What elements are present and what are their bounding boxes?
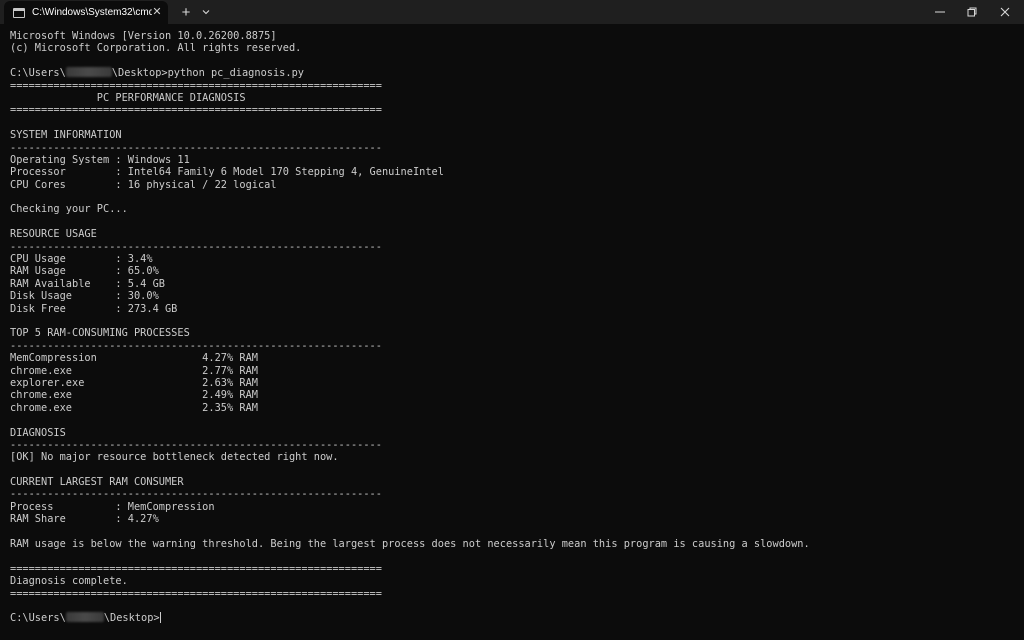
separator: ----------------------------------------…	[10, 141, 382, 154]
redacted-username	[65, 67, 112, 78]
separator: ========================================…	[10, 587, 382, 600]
section-header: RESOURCE USAGE	[10, 228, 97, 241]
console-line: Operating System : Windows 11	[10, 153, 190, 166]
console-line: Checking your PC...	[10, 203, 128, 216]
prompt-prefix: C:\Users\	[10, 612, 66, 625]
prompt-text: \Desktop>	[103, 612, 160, 625]
new-tab-button[interactable]: +	[176, 0, 196, 24]
command-line: C:\Users\ \Desktop>python pc_diagnosis.py	[10, 67, 1015, 79]
tab-title: C:\Windows\System32\cmd.e	[32, 7, 152, 18]
chevron-down-icon[interactable]	[196, 0, 216, 24]
section-header: CURRENT LARGEST RAM CONSUMER	[10, 476, 184, 489]
completion-message: Diagnosis complete.	[10, 575, 128, 588]
command-text: \Desktop>python pc_diagnosis.py	[111, 67, 304, 80]
process-row: chrome.exe 2.35% RAM	[10, 401, 258, 414]
text-cursor	[159, 612, 161, 624]
minimize-icon[interactable]	[925, 0, 955, 24]
console-line: CPU Usage : 3.4%	[10, 253, 153, 266]
console-line: Microsoft Windows [Version 10.0.26200.88…	[10, 30, 277, 42]
console-line: Processor : Intel64 Family 6 Model 170 S…	[10, 166, 444, 179]
diagnosis-result: [OK] No major resource bottleneck detect…	[10, 451, 339, 464]
console-line: Disk Free : 273.4 GB	[10, 302, 178, 315]
prompt-prefix: C:\Users\	[10, 67, 66, 80]
tab-cmd[interactable]: C:\Windows\System32\cmd.e ✕	[4, 1, 168, 24]
terminal-window: C:\Windows\System32\cmd.e ✕ + Microsoft …	[0, 0, 1024, 640]
maximize-icon[interactable]	[957, 0, 987, 24]
section-header: SYSTEM INFORMATION	[10, 129, 122, 142]
separator: ========================================…	[10, 104, 382, 117]
separator: ----------------------------------------…	[10, 240, 382, 253]
console-line: Process : MemCompression	[10, 500, 215, 513]
console-line: RAM Share : 4.27%	[10, 513, 159, 526]
process-row: chrome.exe 2.77% RAM	[10, 364, 258, 377]
separator: ========================================…	[10, 79, 382, 92]
console-line: CPU Cores : 16 physical / 22 logical	[10, 178, 277, 191]
console-line: (c) Microsoft Corporation. All rights re…	[10, 42, 302, 55]
console-output[interactable]: Microsoft Windows [Version 10.0.26200.88…	[10, 30, 1015, 630]
tab-close-icon[interactable]: ✕	[150, 5, 164, 19]
section-header: DIAGNOSIS	[10, 426, 66, 439]
separator: ========================================…	[10, 562, 382, 575]
console-line: RAM Available : 5.4 GB	[10, 277, 165, 290]
console-line: Disk Usage : 30.0%	[10, 290, 159, 303]
section-header: TOP 5 RAM-CONSUMING PROCESSES	[10, 327, 190, 340]
separator: ----------------------------------------…	[10, 488, 382, 501]
process-row: chrome.exe 2.49% RAM	[10, 389, 258, 402]
report-title: PC PERFORMANCE DIAGNOSIS	[10, 91, 246, 104]
console-line: RAM Usage : 65.0%	[10, 265, 159, 278]
separator: ----------------------------------------…	[10, 438, 382, 451]
close-icon[interactable]	[990, 0, 1020, 24]
separator: ----------------------------------------…	[10, 339, 382, 352]
prompt-line[interactable]: C:\Users\ \Desktop>	[10, 612, 1015, 624]
title-bar: C:\Windows\System32\cmd.e ✕ +	[0, 0, 1024, 24]
terminal-icon	[13, 7, 25, 18]
process-row: explorer.exe 2.63% RAM	[10, 376, 258, 389]
process-row: MemCompression 4.27% RAM	[10, 352, 258, 365]
note-line: RAM usage is below the warning threshold…	[10, 538, 810, 551]
redacted-username	[65, 612, 104, 623]
